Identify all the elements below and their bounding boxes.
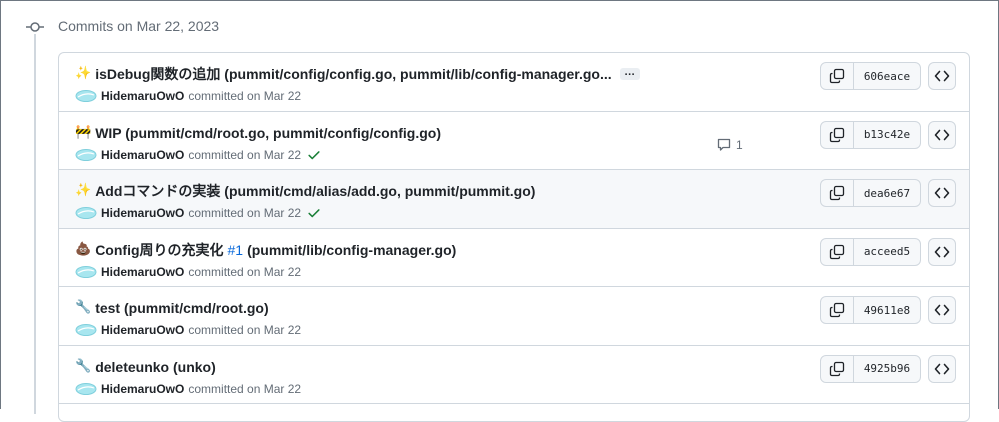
- browse-repo-button[interactable]: [928, 62, 956, 90]
- commit-meta: HidemaruOwO committed on Mar 22: [75, 321, 301, 339]
- copy-sha-button[interactable]: [821, 63, 854, 89]
- commit-group-heading: Commits on Mar 22, 2023: [58, 18, 220, 34]
- sha-button-group: 49611e8: [820, 296, 921, 324]
- copy-icon: [829, 244, 845, 259]
- wrench-emoji: 🔧: [75, 300, 92, 315]
- copy-sha-button[interactable]: [821, 238, 854, 265]
- code-icon: [934, 304, 950, 316]
- browse-repo-button[interactable]: [928, 354, 956, 383]
- commit-meta: HidemaruOwO committed on Mar 22: [75, 204, 321, 222]
- commit-author[interactable]: HidemaruOwO: [101, 263, 184, 281]
- copy-icon: [829, 185, 845, 201]
- code-icon: [934, 187, 950, 199]
- commit-sha-link[interactable]: 49611e8: [854, 297, 920, 323]
- wrench-emoji: 🔧: [75, 358, 92, 374]
- commit-row: 💩 Config周りの充実化 #1 (pummit/lib/config-man…: [59, 229, 969, 287]
- commit-author[interactable]: HidemaruOwO: [101, 380, 184, 398]
- avatar[interactable]: [75, 382, 97, 396]
- browse-repo-button[interactable]: [928, 120, 956, 149]
- commit-sha-link[interactable]: acceed5: [854, 239, 920, 265]
- copy-sha-button[interactable]: [821, 121, 854, 148]
- code-icon: [934, 129, 950, 140]
- browse-repo-button[interactable]: [928, 296, 956, 324]
- sha-button-group: acceed5: [820, 237, 921, 266]
- code-icon: [934, 363, 950, 374]
- copy-sha-button[interactable]: [821, 297, 854, 323]
- sparkles-emoji: ✨: [75, 66, 92, 81]
- sha-button-group: 4925b96: [820, 354, 921, 383]
- commit-meta: HidemaruOwO committed on Mar 22: [75, 87, 301, 105]
- commit-message[interactable]: Config周りの充実化: [95, 240, 223, 260]
- commit-message-rest[interactable]: (pummit/lib/config-manager.go): [247, 240, 456, 260]
- copy-icon: [829, 361, 845, 376]
- avatar[interactable]: [75, 265, 97, 279]
- commit-title[interactable]: 🔧 test (pummit/cmd/root.go): [75, 298, 269, 318]
- avatar[interactable]: [75, 323, 97, 337]
- copy-sha-button[interactable]: [821, 180, 854, 206]
- commit-author[interactable]: HidemaruOwO: [101, 146, 184, 164]
- issue-link[interactable]: #1: [228, 240, 244, 260]
- commit-date: committed on Mar 22: [188, 89, 302, 103]
- commit-title[interactable]: ✨ isDebug関数の追加 (pummit/config/config.go,…: [75, 64, 640, 84]
- commit-message[interactable]: test (pummit/cmd/root.go): [95, 298, 268, 318]
- poop-emoji: 💩: [75, 241, 92, 257]
- commit-date: committed on Mar 22: [188, 206, 302, 220]
- commit-message[interactable]: deleteunko (unko): [95, 357, 216, 377]
- sha-button-group: b13c42e: [820, 120, 921, 149]
- commit-author[interactable]: HidemaruOwO: [101, 87, 184, 105]
- construction-emoji: 🚧: [75, 124, 92, 140]
- commit-row: 🚧 WIP (pummit/cmd/root.go, pummit/config…: [59, 112, 969, 170]
- expand-message-button[interactable]: …: [619, 67, 640, 80]
- commit-date: committed on Mar 22: [188, 147, 302, 162]
- commit-title[interactable]: 🚧 WIP (pummit/cmd/root.go, pummit/config…: [75, 123, 441, 143]
- avatar[interactable]: [75, 206, 97, 220]
- commit-date: committed on Mar 22: [188, 323, 302, 337]
- timeline-line: [34, 34, 36, 414]
- commit-sha-link[interactable]: b13c42e: [854, 122, 920, 148]
- sha-button-group: 606eace: [820, 62, 921, 90]
- commit-sha-link[interactable]: 4925b96: [854, 356, 920, 382]
- copy-icon: [829, 68, 845, 84]
- commit-list: ✨ isDebug関数の追加 (pummit/config/config.go,…: [58, 52, 970, 422]
- git-commit-icon: [26, 22, 44, 32]
- code-icon: [934, 70, 950, 82]
- commit-date: committed on Mar 22: [188, 381, 302, 396]
- sha-button-group: dea6e67: [820, 179, 921, 207]
- copy-icon: [829, 127, 845, 142]
- commit-message[interactable]: Addコマンドの実装 (pummit/cmd/alias/add.go, pum…: [95, 181, 535, 201]
- browse-repo-button[interactable]: [928, 237, 956, 266]
- commit-sha-link[interactable]: 606eace: [854, 63, 920, 89]
- commit-date: committed on Mar 22: [188, 264, 302, 279]
- browse-repo-button[interactable]: [928, 179, 956, 207]
- commit-sha-link[interactable]: dea6e67: [854, 180, 920, 206]
- commit-meta: HidemaruOwO committed on Mar 22: [75, 380, 301, 398]
- comments-link[interactable]: 1: [716, 137, 743, 153]
- check-icon[interactable]: [307, 206, 321, 220]
- commit-row: ✨ Addコマンドの実装 (pummit/cmd/alias/add.go, p…: [59, 170, 969, 229]
- commit-row: 🔧 test (pummit/cmd/root.go) HidemaruOwO …: [59, 287, 969, 346]
- comment-icon: [717, 138, 731, 151]
- commit-meta: HidemaruOwO committed on Mar 22: [75, 263, 301, 281]
- commit-message[interactable]: WIP (pummit/cmd/root.go, pummit/config/c…: [95, 123, 441, 143]
- comment-count: 1: [736, 138, 743, 152]
- commit-author[interactable]: HidemaruOwO: [101, 321, 184, 339]
- code-icon: [934, 246, 950, 257]
- commit-title[interactable]: 🔧 deleteunko (unko): [75, 357, 216, 377]
- commit-title[interactable]: ✨ Addコマンドの実装 (pummit/cmd/alias/add.go, p…: [75, 181, 535, 201]
- check-icon[interactable]: [307, 148, 321, 162]
- commit-row: 🔧 deleteunko (unko) HidemaruOwO committe…: [59, 346, 969, 404]
- copy-icon: [829, 302, 845, 318]
- commit-meta: HidemaruOwO committed on Mar 22: [75, 146, 321, 164]
- sparkles-emoji: ✨: [75, 183, 92, 198]
- commit-message[interactable]: isDebug関数の追加 (pummit/config/config.go, p…: [95, 64, 611, 84]
- avatar[interactable]: [75, 89, 97, 103]
- commit-author[interactable]: HidemaruOwO: [101, 204, 184, 222]
- avatar[interactable]: [75, 148, 97, 162]
- copy-sha-button[interactable]: [821, 355, 854, 382]
- commit-row: ✨ isDebug関数の追加 (pummit/config/config.go,…: [59, 53, 969, 112]
- commit-title[interactable]: 💩 Config周りの充実化 #1 (pummit/lib/config-man…: [75, 240, 456, 260]
